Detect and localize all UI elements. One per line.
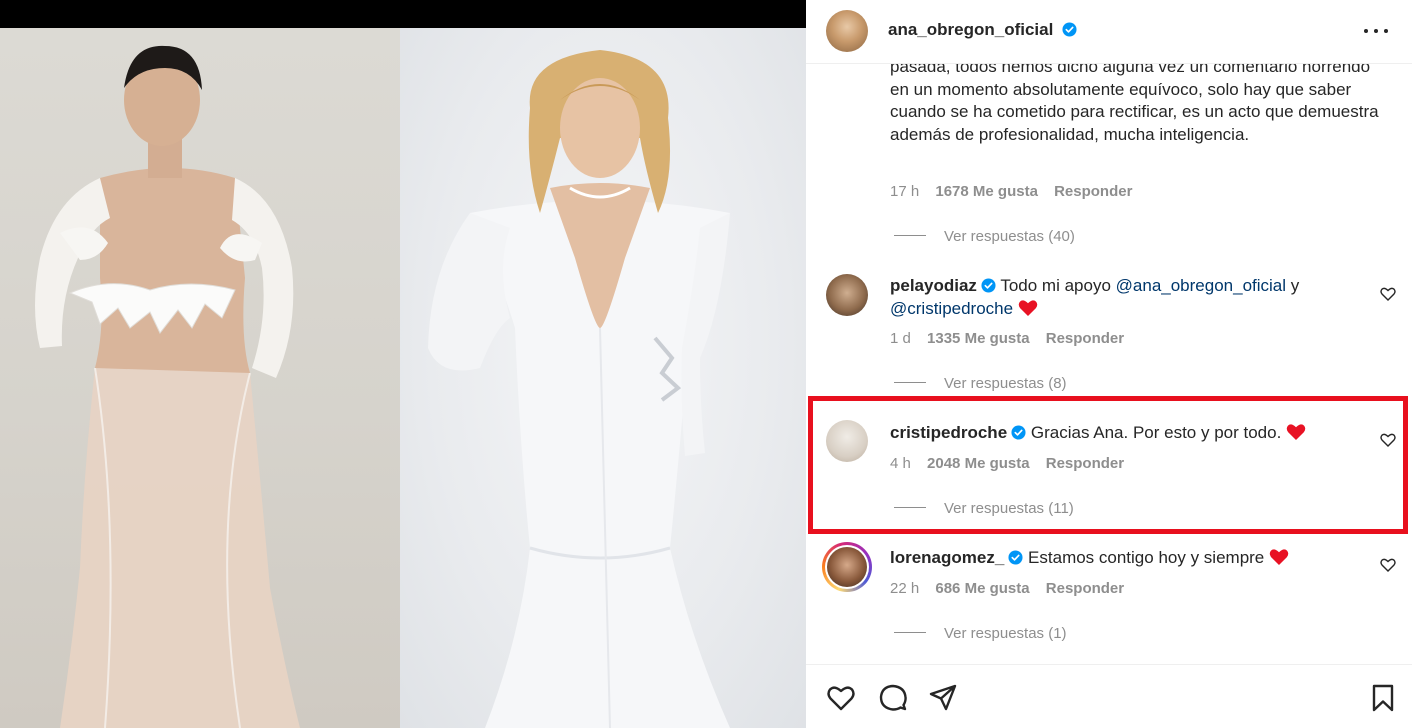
view-replies-label: Ver respuestas (11): [944, 500, 1074, 517]
like-comment-heart-icon[interactable]: [1380, 286, 1396, 302]
continued-comment-text: pasada, todos hemos dicho alguna vez un …: [890, 64, 1379, 144]
comment-time[interactable]: 17 h: [890, 183, 919, 200]
comment-body-conjunction: y: [1290, 276, 1300, 295]
comment-meta: 22 h 686 Me gusta Responder: [890, 580, 1124, 597]
comment-username[interactable]: pelayodiaz: [890, 276, 977, 295]
view-replies-button[interactable]: Ver respuestas (40): [894, 228, 1075, 245]
photo-right-panel: [400, 28, 806, 728]
heart-icon[interactable]: [826, 683, 856, 713]
photo-right-illustration: [428, 50, 730, 728]
commenter-avatar-story-ring[interactable]: [822, 542, 872, 592]
comment-username[interactable]: cristipedroche: [890, 423, 1007, 442]
comment-body: Estamos contigo hoy y siempre: [1028, 548, 1265, 567]
comments-list[interactable]: pasada, todos hemos dicho alguna vez un …: [806, 64, 1412, 664]
like-comment-heart-icon[interactable]: [1380, 432, 1396, 448]
comment-likes[interactable]: 1335 Me gusta: [927, 330, 1030, 347]
view-replies-label: Ver respuestas (8): [944, 375, 1067, 392]
comment-time[interactable]: 22 h: [890, 580, 919, 597]
post-header: ana_obregon_oficial: [806, 0, 1412, 64]
like-comment-heart-icon[interactable]: [1380, 557, 1396, 573]
verified-badge-icon: [1008, 550, 1023, 565]
comment-text: lorenagomez_ Estamos contigo hoy y siemp…: [890, 547, 1360, 570]
author-avatar[interactable]: [826, 10, 868, 52]
post-image[interactable]: [0, 0, 806, 728]
post-side-panel: ana_obregon_oficial pasada, todos hemos …: [806, 0, 1412, 728]
author-username-row[interactable]: ana_obregon_oficial: [888, 20, 1077, 40]
comment-time[interactable]: 4 h: [890, 455, 911, 472]
comment-username[interactable]: lorenagomez_: [890, 548, 1004, 567]
red-heart-emoji-icon: [1018, 299, 1038, 316]
comment-time[interactable]: 1 d: [890, 330, 911, 347]
mention-link[interactable]: @cristipedroche: [890, 299, 1013, 318]
verified-badge-icon: [1062, 22, 1077, 37]
view-replies-label: Ver respuestas (1): [944, 625, 1067, 642]
reply-button[interactable]: Responder: [1046, 330, 1124, 347]
commenter-avatar: [827, 547, 867, 587]
comment-likes[interactable]: 686 Me gusta: [935, 580, 1029, 597]
comment-likes[interactable]: 2048 Me gusta: [927, 455, 1030, 472]
verified-badge-icon: [981, 278, 996, 293]
view-replies-button[interactable]: Ver respuestas (8): [894, 375, 1067, 392]
red-heart-emoji-icon: [1286, 424, 1306, 440]
reply-button[interactable]: Responder: [1046, 580, 1124, 597]
more-options-icon[interactable]: [1362, 18, 1390, 42]
replies-divider: [894, 507, 926, 508]
share-icon[interactable]: [928, 683, 958, 713]
comment-meta: 17 h 1678 Me gusta Responder: [890, 183, 1132, 200]
comment-meta: 1 d 1335 Me gusta Responder: [890, 330, 1124, 347]
comment-text: pelayodiaz Todo mi apoyo @ana_obregon_of…: [890, 275, 1360, 320]
view-replies-button[interactable]: Ver respuestas (1): [894, 625, 1067, 642]
commenter-avatar[interactable]: [826, 420, 868, 462]
photo-left-panel: [0, 28, 400, 728]
replies-divider: [894, 235, 926, 236]
commenter-avatar[interactable]: [826, 274, 868, 316]
verified-badge-icon: [1011, 425, 1026, 440]
photo-left-illustration: [35, 45, 300, 728]
view-replies-label: Ver respuestas (40): [944, 228, 1075, 245]
bookmark-icon[interactable]: [1368, 683, 1398, 713]
comment-icon[interactable]: [878, 683, 908, 713]
comment-likes[interactable]: 1678 Me gusta: [935, 183, 1038, 200]
red-heart-emoji-icon: [1269, 549, 1289, 565]
reply-button[interactable]: Responder: [1046, 455, 1124, 472]
comment-meta: 4 h 2048 Me gusta Responder: [890, 455, 1124, 472]
post-action-bar: [806, 664, 1412, 728]
author-username[interactable]: ana_obregon_oficial: [888, 20, 1053, 39]
comment-body: Gracias Ana. Por esto y por todo.: [1030, 423, 1282, 442]
replies-divider: [894, 382, 926, 383]
avatar-ring-gap: [825, 545, 869, 589]
replies-divider: [894, 632, 926, 633]
comment-text: cristipedroche Gracias Ana. Por esto y p…: [890, 422, 1360, 445]
reply-button[interactable]: Responder: [1054, 183, 1132, 200]
comment-body: Todo mi apoyo: [1000, 276, 1111, 295]
view-replies-button[interactable]: Ver respuestas (11): [894, 500, 1074, 517]
mention-link[interactable]: @ana_obregon_oficial: [1116, 276, 1286, 295]
